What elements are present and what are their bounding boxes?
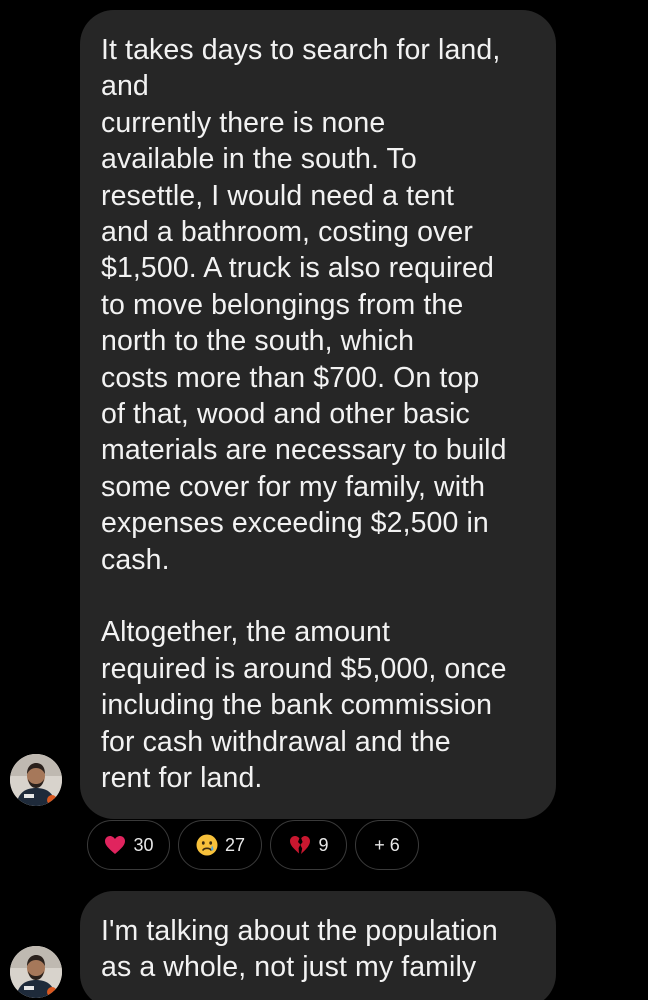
- message-line: I'm talking about the population: [101, 915, 498, 947]
- crying-face-icon: [195, 833, 219, 857]
- avatar-photo-icon: [10, 754, 62, 806]
- message-line: materials are necessary to build: [101, 434, 507, 467]
- more-reactions-pill[interactable]: + 6: [355, 820, 419, 870]
- message-line: of that, wood and other basic: [101, 398, 470, 431]
- reaction-count: 27: [224, 834, 246, 855]
- sender-avatar[interactable]: [10, 754, 62, 806]
- message-line: It takes days to search for land,: [101, 34, 501, 66]
- message-bubble-1[interactable]: It takes days to search for land, and cu…: [80, 10, 556, 819]
- message-line: resettle, I would need a tent: [101, 179, 455, 212]
- sender-avatar[interactable]: [10, 946, 62, 998]
- message-line: and: [101, 70, 149, 103]
- message-line: to move belongings from the: [101, 288, 464, 321]
- message-line: for cash withdrawal and the: [101, 725, 451, 758]
- message-line: available in the south. To: [101, 143, 417, 176]
- message-line: currently there is none: [101, 106, 386, 139]
- reaction-crying-pill[interactable]: 27: [178, 820, 262, 870]
- message-line: including the bank commission: [101, 689, 493, 722]
- message-line: as a whole, not just my family: [101, 951, 477, 984]
- message-bubble-2[interactable]: I'm talking about the population as a wh…: [80, 891, 556, 1000]
- message-line: expenses exceeding $2,500 in: [101, 507, 489, 540]
- reaction-count: 9: [318, 834, 329, 855]
- message-line: costs more than $700. On top: [101, 361, 480, 394]
- reaction-heart-pill[interactable]: 30: [87, 820, 170, 870]
- reaction-count: 30: [133, 834, 154, 855]
- more-reactions-count: + 6: [374, 834, 400, 855]
- message-paragraph: It takes days to search for land, and cu…: [101, 32, 536, 578]
- message-paragraph: I'm talking about the population as a wh…: [101, 913, 536, 986]
- avatar-photo-icon: [10, 946, 62, 998]
- reaction-broken-heart-pill[interactable]: 9: [270, 820, 347, 870]
- message-line: and a bathroom, costing over: [101, 216, 473, 249]
- message-line: rent for land.: [101, 762, 263, 795]
- red-heart-icon: [103, 833, 127, 857]
- message-line: cash.: [101, 543, 170, 576]
- message-line: Altogether, the amount: [101, 616, 390, 649]
- message-line: some cover for my family, with: [101, 470, 486, 503]
- message-paragraph: Altogether, the amount required is aroun…: [101, 614, 536, 796]
- broken-heart-icon: [288, 833, 312, 857]
- reaction-bar: 30 27 9 + 6: [87, 820, 419, 870]
- message-line: $1,500. A truck is also required: [101, 252, 494, 285]
- message-line: north to the south, which: [101, 325, 415, 358]
- message-line: required is around $5,000, once: [101, 652, 507, 685]
